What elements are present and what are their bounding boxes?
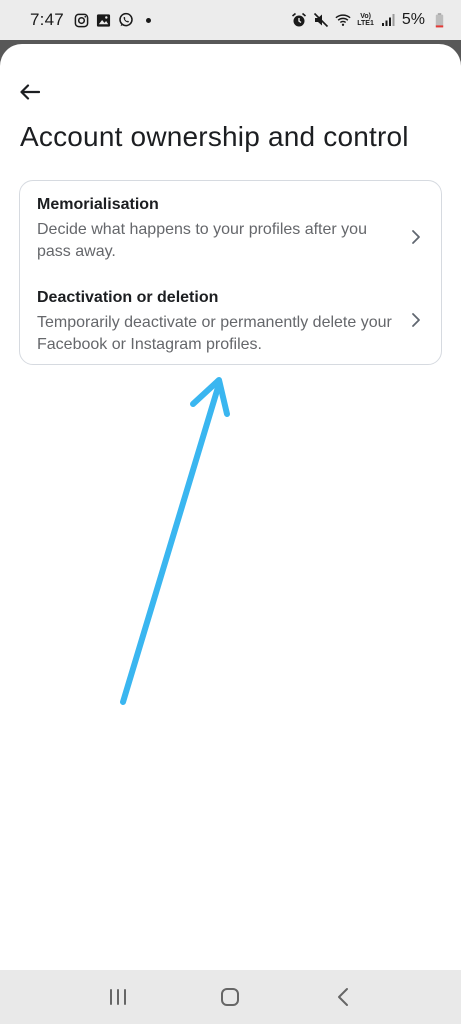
status-right: Vo) LTE1 5%: [291, 11, 447, 29]
battery-icon: [431, 12, 447, 28]
option-description: Temporarily deactivate or permanently de…: [37, 314, 392, 353]
option-title: Deactivation or deletion: [37, 289, 219, 306]
status-left: 7:47: [30, 10, 151, 30]
memorialisation-option[interactable]: Memorialisation Decide what happens to y…: [20, 193, 441, 275]
option-description: Decide what happens to your profiles aft…: [37, 221, 367, 260]
options-card: Memorialisation Decide what happens to y…: [19, 180, 442, 365]
volte-top-label: Vo): [360, 13, 371, 20]
chevron-right-icon: [409, 229, 423, 245]
home-icon: [221, 988, 240, 1006]
recent-apps-icon: [110, 989, 127, 1005]
chevron-right-icon: [409, 312, 423, 328]
mute-icon: [313, 12, 329, 28]
whatsapp-icon: [118, 12, 134, 28]
recent-apps-button[interactable]: [98, 977, 138, 1017]
battery-percent: 5%: [401, 11, 425, 28]
volte-icon: Vo) LTE1: [357, 13, 374, 27]
instagram-icon: [74, 12, 90, 28]
back-button[interactable]: [14, 76, 46, 108]
volte-bottom-label: LTE1: [357, 20, 374, 27]
notification-dot: [145, 17, 151, 23]
signal-icon: [380, 12, 396, 28]
status-bar: 7:47 Vo) LTE1 5%: [0, 0, 461, 40]
gallery-icon: [96, 12, 112, 28]
home-button[interactable]: [210, 977, 250, 1017]
alarm-icon: [291, 12, 307, 28]
option-title: Memorialisation: [37, 196, 159, 213]
back-arrow-icon: [20, 84, 40, 100]
back-nav-button[interactable]: [323, 977, 363, 1017]
status-time: 7:47: [30, 10, 64, 29]
wifi-icon: [335, 12, 351, 28]
deactivation-deletion-option[interactable]: Deactivation or deletion Temporarily dea…: [20, 286, 441, 362]
back-nav-icon: [337, 988, 348, 1006]
page-title: Account ownership and control: [20, 121, 409, 152]
navigation-bar: [0, 970, 461, 1024]
